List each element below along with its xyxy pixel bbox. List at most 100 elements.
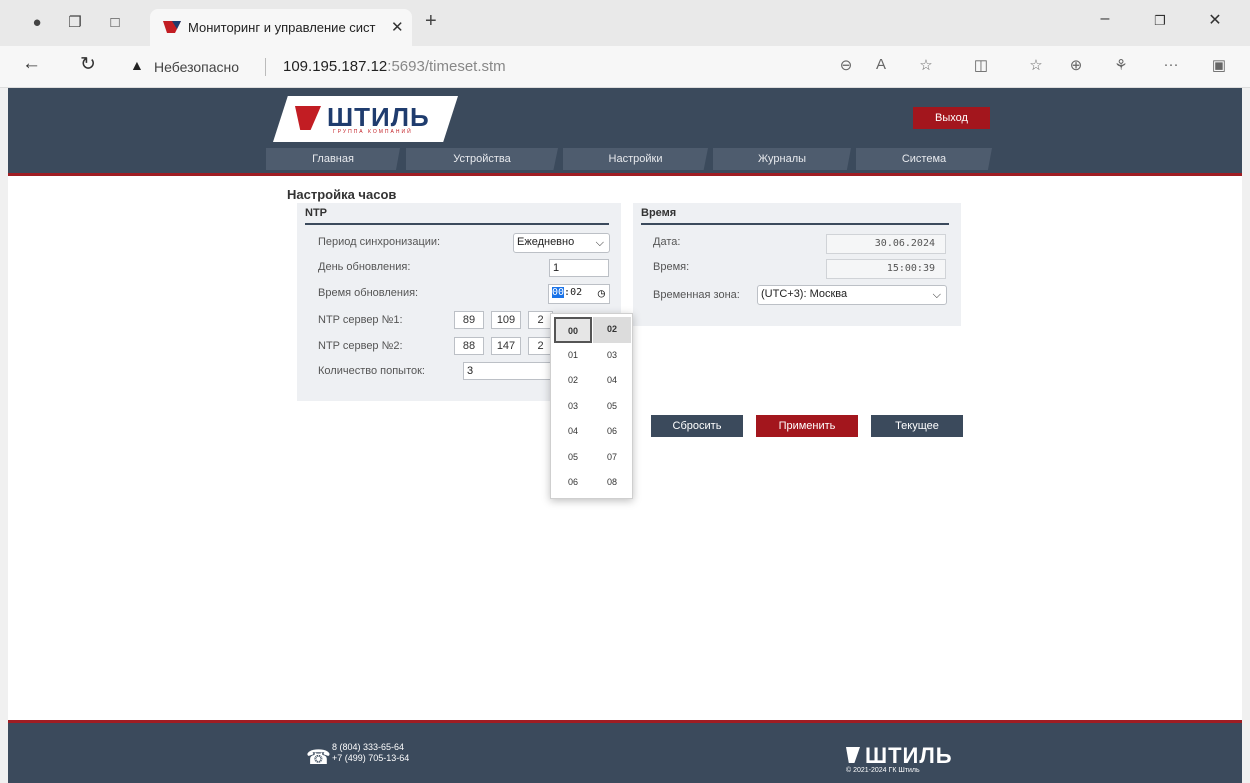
- time-label: Время:: [653, 261, 690, 273]
- tab-title: Мониторинг и управление сист: [188, 20, 376, 35]
- warning-icon: ▲: [130, 57, 144, 73]
- browser-tab[interactable]: Мониторинг и управление сист ✕: [150, 9, 412, 46]
- picker-hour-option[interactable]: 06: [554, 470, 592, 496]
- timezone-value: (UTC+3): Москва: [761, 288, 848, 300]
- retries-input[interactable]: 3: [463, 362, 553, 380]
- new-tab-icon[interactable]: +: [425, 10, 437, 33]
- clock-icon[interactable]: ◷: [598, 285, 605, 301]
- site-logo: ШТИЛЬ ГРУППА КОМПАНИЙ: [273, 96, 458, 142]
- update-time-minutes: 02: [570, 287, 583, 298]
- site-header: ШТИЛЬ ГРУППА КОМПАНИЙ Выход Главная Устр…: [8, 88, 1242, 176]
- logo-mark-icon: [295, 106, 321, 130]
- footer-phone-1: 8 (804) 333-65-64: [332, 742, 405, 752]
- browser-tab-strip: ● ❐ □ Мониторинг и управление сист ✕ + –…: [0, 0, 1250, 46]
- security-status: Небезопасно: [154, 59, 240, 75]
- apply-button[interactable]: Применить: [756, 415, 858, 437]
- collections-icon[interactable]: ⊕: [1065, 56, 1087, 74]
- read-aloud-icon[interactable]: A: [870, 56, 892, 73]
- favorite-star-icon[interactable]: ☆: [915, 56, 937, 74]
- chevron-down-icon: ⌵: [595, 237, 604, 249]
- timezone-label: Временная зона:: [653, 289, 740, 301]
- update-day-input[interactable]: 1: [549, 259, 609, 277]
- site-favicon-icon: [163, 21, 181, 33]
- more-icon[interactable]: ···: [1160, 56, 1182, 73]
- ntp-server2-label: NTP сервер №2:: [318, 340, 403, 352]
- profile-icon[interactable]: ●: [26, 12, 48, 34]
- close-window-icon[interactable]: ✕: [1200, 10, 1230, 30]
- update-day-label: День обновления:: [318, 261, 411, 273]
- url-port-path: :5693/timeset.stm: [387, 58, 506, 75]
- footer-phone-2: +7 (499) 705-13-64: [332, 753, 410, 763]
- reset-button[interactable]: Сбросить: [651, 415, 743, 437]
- back-icon[interactable]: ←: [22, 53, 41, 75]
- sidebar-icon[interactable]: ▣: [1208, 56, 1230, 74]
- picker-minute-option[interactable]: 05: [593, 394, 631, 420]
- logo-subtitle: ГРУППА КОМПАНИЙ: [333, 129, 413, 135]
- chevron-down-icon: ⌵: [932, 289, 941, 301]
- time-picker-dropdown: 00 01 02 03 04 05 06 02 03 04 05 06 07 0…: [550, 313, 633, 499]
- update-time-hours: 00: [552, 287, 565, 298]
- sync-period-select[interactable]: Ежедневно ⌵: [513, 233, 610, 253]
- picker-hour-option[interactable]: 00: [554, 317, 592, 343]
- menu-item-logs[interactable]: Журналы: [713, 148, 851, 170]
- close-tab-icon[interactable]: ✕: [391, 18, 404, 36]
- url-host: 109.195.187.12: [283, 58, 388, 75]
- ntp-server1-octet2[interactable]: 109: [491, 311, 521, 329]
- browser-toolbar: ← ↻ ▲ Небезопасно 109.195.187.12:5693/ti…: [0, 46, 1250, 88]
- menu-item-settings[interactable]: Настройки: [563, 148, 708, 170]
- ntp-server1-octet1[interactable]: 89: [454, 311, 484, 329]
- picker-minute-option[interactable]: 07: [593, 445, 631, 471]
- ntp-server2-octet1[interactable]: 88: [454, 337, 484, 355]
- favorites-icon[interactable]: ☆: [1025, 56, 1047, 74]
- footer-phones: 8 (804) 333-65-64 +7 (499) 705-13-64: [332, 742, 409, 764]
- picker-minutes-column: 02 03 04 05 06 07 08: [593, 317, 631, 496]
- divider: [265, 58, 266, 76]
- picker-minute-option[interactable]: 08: [593, 470, 631, 496]
- update-time-input[interactable]: 00:02 ◷: [548, 284, 610, 304]
- date-label: Дата:: [653, 236, 681, 248]
- workspaces-icon[interactable]: ❐: [64, 12, 86, 34]
- tab-actions-icon[interactable]: □: [104, 12, 126, 34]
- footer-logo: ШТИЛЬ: [846, 743, 953, 769]
- current-time-button[interactable]: Текущее: [871, 415, 963, 437]
- menu-item-system[interactable]: Система: [856, 148, 992, 170]
- time-value: 15:00:39: [826, 259, 946, 279]
- zoom-icon[interactable]: ⊖: [835, 56, 857, 74]
- time-panel: Время Дата: 30.06.2024 Время: 15:00:39 В…: [633, 203, 961, 326]
- picker-minute-option[interactable]: 06: [593, 419, 631, 445]
- retries-label: Количество попыток:: [318, 365, 425, 377]
- ntp-server2-octet2[interactable]: 147: [491, 337, 521, 355]
- footer-copyright: © 2021-2024 ГК Штиль: [846, 767, 920, 774]
- logout-button[interactable]: Выход: [913, 107, 990, 129]
- page-title: Настройка часов: [287, 187, 397, 202]
- picker-hour-option[interactable]: 02: [554, 368, 592, 394]
- picker-hour-option[interactable]: 05: [554, 445, 592, 471]
- extensions-icon[interactable]: ⚘: [1110, 56, 1132, 74]
- picker-hour-option[interactable]: 03: [554, 394, 592, 420]
- sync-period-label: Период синхронизации:: [318, 236, 441, 248]
- update-time-label: Время обновления:: [318, 287, 419, 299]
- menu-item-home[interactable]: Главная: [266, 148, 400, 170]
- split-screen-icon[interactable]: ◫: [970, 56, 992, 74]
- picker-hour-option[interactable]: 01: [554, 343, 592, 369]
- picker-hours-column: 00 01 02 03 04 05 06: [554, 317, 592, 496]
- site-footer: ☎ 8 (804) 333-65-64 +7 (499) 705-13-64 ШТ…: [8, 720, 1242, 783]
- footer-logo-mark-icon: [846, 747, 860, 763]
- picker-hour-option[interactable]: 04: [554, 419, 592, 445]
- minimize-icon[interactable]: –: [1090, 10, 1120, 28]
- reload-icon[interactable]: ↻: [80, 53, 96, 76]
- ntp-server1-label: NTP сервер №1:: [318, 314, 403, 326]
- restore-icon[interactable]: ❐: [1145, 13, 1175, 29]
- sync-period-value: Ежедневно: [517, 236, 575, 248]
- menu-item-devices[interactable]: Устройства: [406, 148, 558, 170]
- picker-minute-option[interactable]: 04: [593, 368, 631, 394]
- phone-icon: ☎: [306, 747, 331, 769]
- url-text: 109.195.187.12:5693/timeset.stm: [283, 58, 506, 75]
- ntp-heading: NTP: [305, 207, 609, 225]
- footer-logo-text: ШТИЛЬ: [865, 743, 953, 768]
- date-value: 30.06.2024: [826, 234, 946, 254]
- picker-minute-option[interactable]: 03: [593, 343, 631, 369]
- time-heading: Время: [641, 207, 949, 225]
- picker-minute-option[interactable]: 02: [593, 317, 631, 343]
- timezone-select[interactable]: (UTC+3): Москва ⌵: [757, 285, 947, 305]
